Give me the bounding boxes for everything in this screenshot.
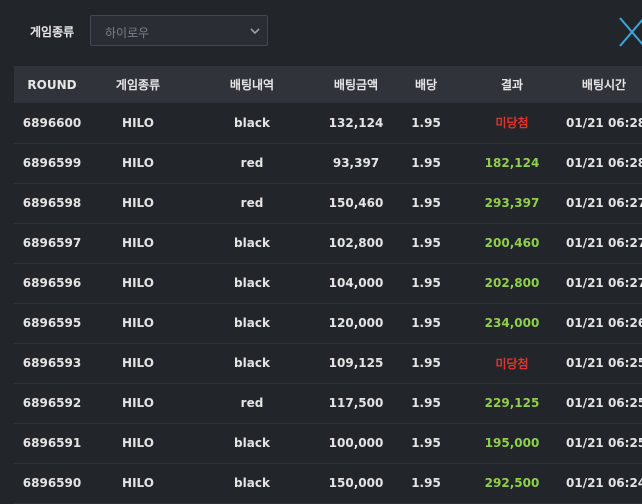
header-game-type: 게임종류 xyxy=(115,78,161,92)
bet-choice-cell: black xyxy=(234,316,270,330)
round-cell: 6896593 xyxy=(22,356,82,370)
round-cell: 6896597 xyxy=(22,236,82,250)
result-cell: 182,124 xyxy=(484,156,540,170)
bet-choice-cell: red xyxy=(240,156,264,170)
bet-time-cell: 01/21 06:25:11 xyxy=(566,436,642,450)
table-header-row: ROUND 게임종류 배팅내역 배팅금액 배당 결과 배팅시간 xyxy=(14,66,642,103)
bet-amount-cell: 132,124 xyxy=(328,115,384,130)
round-cell: 6896598 xyxy=(22,196,82,210)
round-cell: 6896596 xyxy=(22,276,82,290)
table-row: 6896592 HILO red 117,500 1.95 229,125 01/21 06… xyxy=(14,383,642,423)
odds-cell: 1.95 xyxy=(411,436,441,450)
game-cell: HILO xyxy=(122,196,154,210)
odds-cell: 1.95 xyxy=(411,196,441,210)
result-cell: 292,500 xyxy=(484,476,540,490)
bet-choice-cell: black xyxy=(234,115,270,130)
bet-time-cell: 01/21 06:27:44 xyxy=(566,196,642,210)
bet-choice-cell: black xyxy=(234,276,270,290)
bet-amount-cell: 117,500 xyxy=(328,396,384,410)
table-row: 6896599 HILO red 93,397 1.95 182,124 01/21 06:… xyxy=(14,143,642,183)
game-type-label: 게임종류 xyxy=(30,25,75,39)
bet-time-cell: 01/21 06:28:06 xyxy=(566,156,642,170)
bet-time-cell: 01/21 06:25:56 xyxy=(566,356,642,370)
bet-amount-cell: 100,000 xyxy=(328,436,384,450)
round-cell: 6896599 xyxy=(22,156,82,170)
game-cell: HILO xyxy=(122,115,154,130)
game-cell: HILO xyxy=(122,476,154,490)
result-cell: 200,460 xyxy=(484,236,540,250)
bet-choice-cell: red xyxy=(240,196,264,210)
header-result: 결과 xyxy=(500,78,524,92)
odds-cell: 1.95 xyxy=(411,115,441,130)
bet-choice-cell: black xyxy=(234,436,270,450)
bet-time-cell: 01/21 06:26:36 xyxy=(566,316,642,330)
round-cell: 6896591 xyxy=(22,436,82,450)
result-cell: 202,800 xyxy=(484,276,540,290)
game-cell: HILO xyxy=(122,356,154,370)
game-cell: HILO xyxy=(122,156,154,170)
header-round: ROUND xyxy=(27,77,77,92)
bet-amount-cell: 109,125 xyxy=(328,356,384,370)
table-row: 6896590 HILO black 150,000 1.95 292,500 01/21 … xyxy=(14,463,642,503)
game-cell: HILO xyxy=(122,436,154,450)
result-cell: 미당첨 xyxy=(495,116,529,131)
bet-amount-cell: 150,460 xyxy=(328,196,384,210)
bet-history-table: ROUND 게임종류 배팅내역 배팅금액 배당 결과 배팅시간 6896600 H… xyxy=(14,66,642,504)
bet-choice-cell: black xyxy=(234,236,270,250)
chevron-down-icon xyxy=(250,28,260,35)
odds-cell: 1.95 xyxy=(411,396,441,410)
header-bet-time: 배팅시간 xyxy=(581,78,627,92)
round-cell: 6896600 xyxy=(22,115,82,130)
odds-cell: 1.95 xyxy=(411,356,441,370)
bet-amount-cell: 150,000 xyxy=(328,476,384,490)
header-bet-choice: 배팅내역 xyxy=(229,78,275,92)
bet-time-cell: 01/21 06:25:35 xyxy=(566,396,642,410)
game-cell: HILO xyxy=(122,396,154,410)
result-cell: 229,125 xyxy=(484,396,540,410)
game-cell: HILO xyxy=(122,276,154,290)
round-cell: 6896595 xyxy=(22,316,82,330)
table-row: 6896591 HILO black 100,000 1.95 195,000 01/21 … xyxy=(14,423,642,463)
odds-cell: 1.95 xyxy=(411,276,441,290)
bet-amount-cell: 102,800 xyxy=(328,236,384,250)
result-cell: 미당첨 xyxy=(495,356,529,371)
bet-amount-cell: 93,397 xyxy=(332,156,380,170)
game-type-select-value: 하이로우 xyxy=(105,26,150,40)
bet-amount-cell: 120,000 xyxy=(328,316,384,330)
bet-time-cell: 01/21 06:27:19 xyxy=(566,236,642,250)
round-cell: 6896590 xyxy=(22,476,82,490)
result-cell: 293,397 xyxy=(484,196,540,210)
round-cell: 6896592 xyxy=(22,396,82,410)
table-row: 6896597 HILO black 102,800 1.95 200,460 01/21 … xyxy=(14,223,642,263)
bet-time-cell: 01/21 06:28:28 xyxy=(566,115,642,130)
odds-cell: 1.95 xyxy=(411,476,441,490)
result-cell: 234,000 xyxy=(484,316,540,330)
bet-time-cell: 01/21 06:27:00 xyxy=(566,276,642,290)
table-row: 6896598 HILO red 150,460 1.95 293,397 01/21 06… xyxy=(14,183,642,223)
bet-choice-cell: red xyxy=(240,396,264,410)
table-row: 6896596 HILO black 104,000 1.95 202,800 01/21 … xyxy=(14,263,642,303)
table-row: 6896593 HILO black 109,125 1.95 미당첨 01/21 06:2… xyxy=(14,343,642,383)
odds-cell: 1.95 xyxy=(411,236,441,250)
bet-choice-cell: black xyxy=(234,356,270,370)
odds-cell: 1.95 xyxy=(411,316,441,330)
bet-time-cell: 01/21 06:24:51 xyxy=(566,476,642,490)
odds-cell: 1.95 xyxy=(411,156,441,170)
table-row: 6896595 HILO black 120,000 1.95 234,000 01/21 … xyxy=(14,303,642,343)
header-bet-amount: 배팅금액 xyxy=(333,78,379,92)
close-icon[interactable] xyxy=(618,14,642,50)
header-odds: 배당 xyxy=(414,78,438,92)
bet-choice-cell: black xyxy=(234,476,270,490)
table-row: 6896600 HILO black 132,124 1.95 미당첨 01/21 06:2… xyxy=(14,103,642,143)
game-cell: HILO xyxy=(122,316,154,330)
result-cell: 195,000 xyxy=(484,436,540,450)
bet-amount-cell: 104,000 xyxy=(328,276,384,290)
game-cell: HILO xyxy=(122,236,154,250)
game-type-select[interactable]: 하이로우 xyxy=(90,15,268,46)
